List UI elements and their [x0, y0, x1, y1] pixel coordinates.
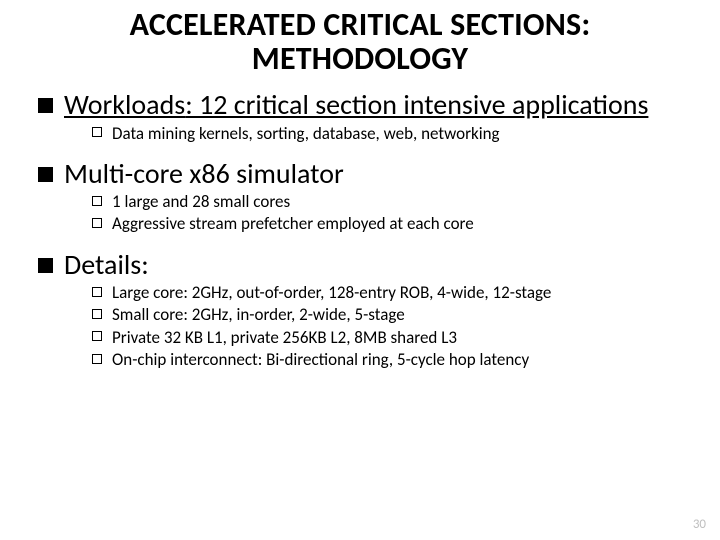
list-item: Private 32 KB L1, private 256KB L2, 8MB …: [92, 327, 686, 348]
section-head: Workloads: 12 critical section intensive…: [64, 87, 648, 122]
slide-title: ACCELERATED CRITICAL SECTIONS: METHODOLO…: [34, 8, 686, 75]
bullet-list-level2: Large core: 2GHz, out-of-order, 128-entr…: [64, 282, 686, 370]
bullet-list-level2: 1 large and 28 small cores Aggressive st…: [64, 191, 686, 235]
section-workloads: Workloads: 12 critical section intensive…: [38, 89, 686, 144]
page-number: 30: [693, 517, 706, 532]
list-item: On-chip interconnect: Bi-directional rin…: [92, 349, 686, 370]
list-item: 1 large and 28 small cores: [92, 191, 686, 212]
bullet-list-level1: Workloads: 12 critical section intensive…: [34, 89, 686, 370]
title-line-2: METHODOLOGY: [252, 39, 468, 78]
bullet-list-level2: Data mining kernels, sorting, database, …: [64, 123, 686, 144]
list-item: Data mining kernels, sorting, database, …: [92, 123, 686, 144]
section-head: Details:: [64, 247, 149, 282]
list-item: Small core: 2GHz, in-order, 2-wide, 5-st…: [92, 304, 686, 325]
list-item: Aggressive stream prefetcher employed at…: [92, 213, 686, 234]
section-details: Details: Large core: 2GHz, out-of-order,…: [38, 249, 686, 370]
section-head: Multi-core x86 simulator: [64, 156, 344, 191]
section-simulator: Multi-core x86 simulator 1 large and 28 …: [38, 158, 686, 235]
list-item: Large core: 2GHz, out-of-order, 128-entr…: [92, 282, 686, 303]
